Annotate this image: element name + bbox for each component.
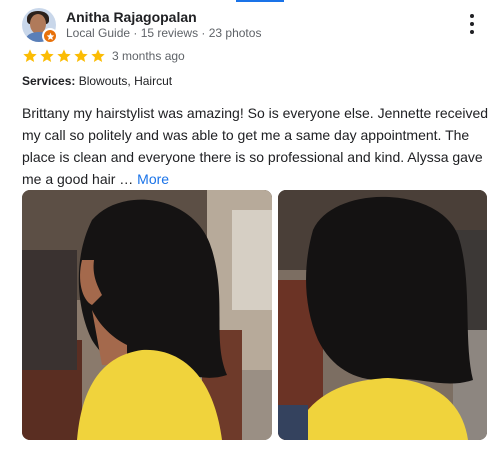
review-line: my call so politely and was able to get … [22, 127, 470, 143]
services-row: Services: Blowouts, Haircut [22, 74, 172, 88]
reviewer-meta: Local Guide · 15 reviews · 23 photos [66, 26, 262, 40]
star-icon [40, 49, 54, 62]
tab-indicator [236, 0, 284, 2]
more-link[interactable]: More [137, 171, 169, 187]
services-value: Blowouts, Haircut [75, 74, 173, 88]
more-vert-icon[interactable] [464, 12, 480, 36]
review-text: Brittany my hairstylist was amazing! So … [22, 102, 492, 190]
star-icon [91, 49, 105, 62]
local-guide-badge-icon [42, 28, 58, 44]
services-label: Services: [22, 74, 76, 88]
star-icon [57, 49, 71, 62]
review-line: Brittany my hairstylist was amazing! So … [22, 105, 489, 121]
star-icon [74, 49, 88, 62]
review-line: me a good hair … [22, 171, 138, 187]
star-icon [23, 49, 37, 62]
review-photo-side-profile[interactable] [22, 190, 272, 440]
review-photo-back-view[interactable] [278, 190, 487, 440]
review-line: place is clean and everyone there is so … [22, 149, 483, 165]
star-rating [22, 48, 106, 64]
review-date: 3 months ago [112, 49, 185, 63]
reviewer-name[interactable]: Anitha Rajagopalan [66, 9, 197, 25]
